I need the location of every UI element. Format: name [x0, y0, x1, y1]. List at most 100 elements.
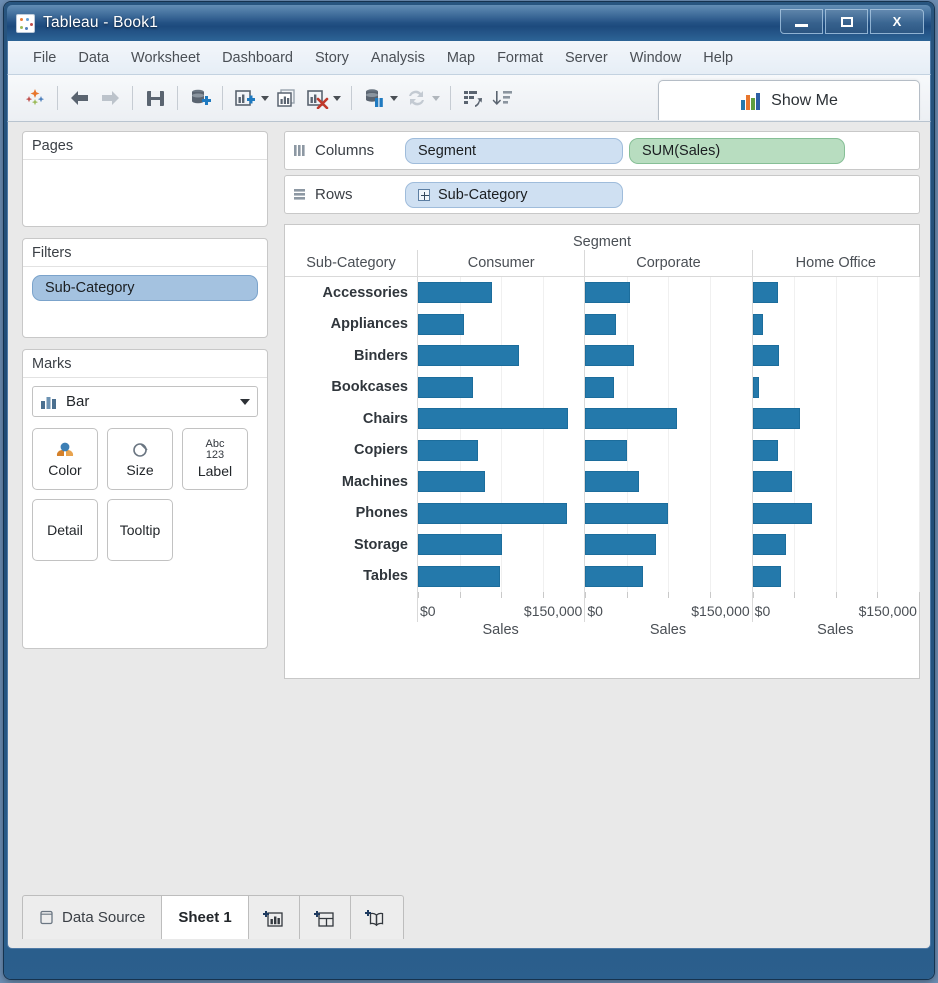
visualization-canvas[interactable]: Segment Sub-Category Consumer Corporate … — [284, 224, 920, 679]
bar-home-office-chairs[interactable] — [752, 408, 801, 430]
new-story-tab-button[interactable] — [351, 896, 403, 939]
bar-corporate-chairs[interactable] — [585, 408, 677, 430]
bar-consumer-appliances[interactable] — [418, 313, 464, 335]
bar-corporate-bookcases[interactable] — [585, 376, 615, 398]
filters-drop-zone[interactable]: Sub-Category — [23, 267, 267, 311]
back-arrow-icon[interactable] — [65, 83, 95, 113]
columns-drop-zone[interactable]: Segment SUM(Sales) — [405, 137, 919, 164]
tableau-sparkle-icon[interactable] — [20, 83, 50, 113]
row-label-tables[interactable]: Tables — [285, 561, 417, 593]
row-label-bookcases[interactable]: Bookcases — [285, 372, 417, 404]
menu-map[interactable]: Map — [436, 47, 486, 69]
menu-worksheet[interactable]: Worksheet — [120, 47, 211, 69]
axis-labels-consumer[interactable]: $0 $150,000 — [417, 600, 584, 622]
plus-box-icon[interactable] — [418, 188, 430, 201]
refresh-data-icon[interactable] — [401, 83, 431, 113]
bar-consumer-chairs[interactable] — [418, 408, 568, 430]
sort-ascending-icon[interactable] — [458, 83, 488, 113]
bar-home-office-bookcases[interactable] — [752, 376, 760, 398]
bar-consumer-phones[interactable] — [418, 502, 567, 524]
pages-drop-zone[interactable] — [23, 160, 267, 178]
row-label-copiers[interactable]: Copiers — [285, 435, 417, 467]
menu-story[interactable]: Story — [304, 47, 360, 69]
pane-header-consumer[interactable]: Consumer — [417, 250, 584, 276]
marks-card-color[interactable]: Color — [32, 428, 98, 490]
row-label-phones[interactable]: Phones — [285, 498, 417, 530]
rows-shelf[interactable]: Rows Sub-Category — [284, 175, 920, 214]
menu-server[interactable]: Server — [554, 47, 619, 69]
bar-home-office-accessories[interactable] — [752, 282, 779, 304]
bar-home-office-machines[interactable] — [752, 471, 792, 493]
bar-corporate-phones[interactable] — [585, 502, 669, 524]
new-dashboard-tab-button[interactable] — [300, 896, 351, 939]
bar-consumer-accessories[interactable] — [418, 282, 493, 304]
bar-corporate-appliances[interactable] — [585, 313, 617, 335]
row-label-binders[interactable]: Binders — [285, 340, 417, 372]
pane-consumer[interactable] — [417, 277, 586, 592]
marks-card-tooltip[interactable]: Tooltip — [107, 499, 173, 561]
bar-corporate-accessories[interactable] — [585, 282, 631, 304]
mark-type-dropdown[interactable]: Bar — [32, 386, 258, 417]
pill-sub-category[interactable]: Sub-Category — [405, 181, 623, 208]
bar-home-office-phones[interactable] — [752, 502, 812, 524]
columns-shelf[interactable]: Columns Segment SUM(Sales) — [284, 131, 920, 170]
bar-consumer-bookcases[interactable] — [418, 376, 473, 398]
tab-sheet-1[interactable]: Sheet 1 — [162, 896, 249, 939]
menu-analysis[interactable]: Analysis — [360, 47, 436, 69]
row-label-chairs[interactable]: Chairs — [285, 403, 417, 435]
menu-file[interactable]: File — [22, 47, 67, 69]
menu-help[interactable]: Help — [692, 47, 744, 69]
rows-drop-zone[interactable]: Sub-Category — [405, 181, 919, 208]
bar-home-office-appliances[interactable] — [752, 313, 764, 335]
bar-corporate-storage[interactable] — [585, 534, 657, 556]
new-data-source-icon[interactable] — [185, 83, 215, 113]
pill-sum-sales[interactable]: SUM(Sales) — [629, 137, 845, 164]
row-label-storage[interactable]: Storage — [285, 529, 417, 561]
pause-updates-dropdown-caret[interactable] — [390, 95, 398, 101]
bar-consumer-machines[interactable] — [418, 471, 485, 493]
menu-format[interactable]: Format — [486, 47, 554, 69]
row-label-accessories[interactable]: Accessories — [285, 277, 417, 309]
bar-home-office-binders[interactable] — [752, 345, 780, 367]
pane-home-office[interactable] — [751, 277, 920, 592]
bar-consumer-storage[interactable] — [418, 534, 502, 556]
bar-corporate-machines[interactable] — [585, 471, 640, 493]
bar-home-office-tables[interactable] — [752, 565, 781, 587]
menu-window[interactable]: Window — [619, 47, 693, 69]
tab-data-source[interactable]: Data Source — [23, 896, 163, 939]
pause-updates-icon[interactable] — [359, 83, 389, 113]
bar-consumer-copiers[interactable] — [418, 439, 478, 461]
menu-dashboard[interactable]: Dashboard — [211, 47, 304, 69]
pill-segment[interactable]: Segment — [405, 137, 623, 164]
axis-caption-home-office[interactable]: Sales — [752, 622, 919, 644]
refresh-data-dropdown-caret[interactable] — [432, 95, 440, 101]
bar-home-office-copiers[interactable] — [752, 439, 778, 461]
maximize-button[interactable] — [825, 9, 868, 34]
pane-corporate[interactable] — [584, 277, 753, 592]
menu-data[interactable]: Data — [67, 47, 120, 69]
row-label-machines[interactable]: Machines — [285, 466, 417, 498]
bar-corporate-copiers[interactable] — [585, 439, 627, 461]
marks-card-size[interactable]: Size — [107, 428, 173, 490]
axis-caption-corporate[interactable]: Sales — [584, 622, 751, 644]
bar-corporate-binders[interactable] — [585, 345, 634, 367]
clear-sheet-icon[interactable] — [302, 83, 332, 113]
forward-arrow-icon[interactable] — [95, 83, 125, 113]
show-me-button[interactable]: Show Me — [658, 80, 920, 120]
pane-header-corporate[interactable]: Corporate — [584, 250, 751, 276]
marks-card-detail[interactable]: Detail — [32, 499, 98, 561]
duplicate-sheet-icon[interactable] — [272, 83, 302, 113]
sort-descending-icon[interactable] — [488, 83, 518, 113]
close-button[interactable]: X — [870, 9, 924, 34]
bar-home-office-storage[interactable] — [752, 534, 786, 556]
new-worksheet-tab-button[interactable] — [249, 896, 300, 939]
bar-consumer-binders[interactable] — [418, 345, 520, 367]
marks-card-label[interactable]: Abc 123 Label — [182, 428, 248, 490]
new-worksheet-dropdown-caret[interactable] — [261, 95, 269, 101]
save-icon[interactable] — [140, 83, 170, 113]
minimize-button[interactable] — [780, 9, 823, 34]
bar-corporate-tables[interactable] — [585, 565, 643, 587]
pane-header-home-office[interactable]: Home Office — [751, 250, 919, 276]
clear-sheet-dropdown-caret[interactable] — [333, 95, 341, 101]
new-worksheet-icon[interactable] — [230, 83, 260, 113]
